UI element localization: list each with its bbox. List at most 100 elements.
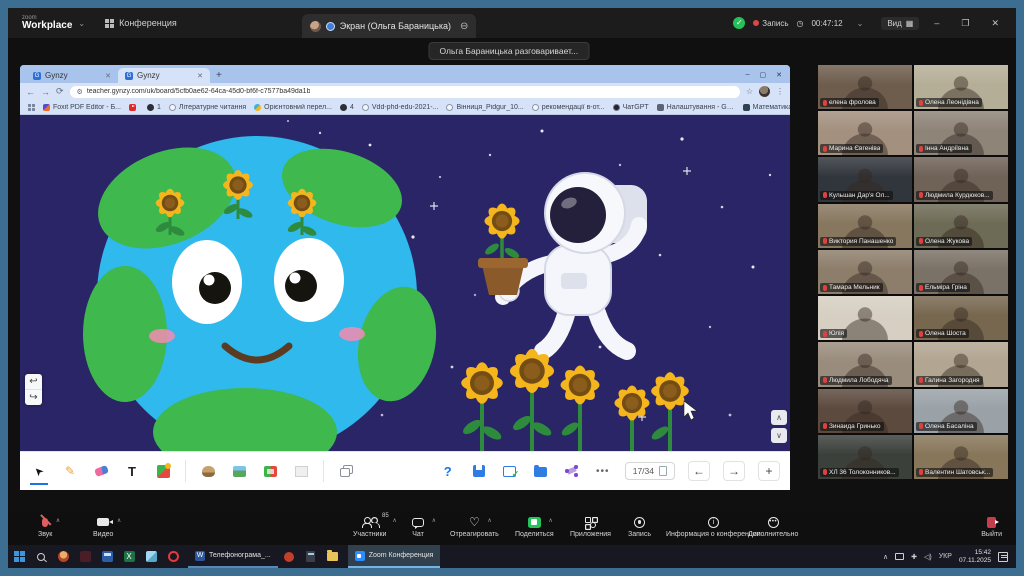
- participant-tile[interactable]: Олена Леонідівна: [914, 65, 1008, 109]
- taskbar-app[interactable]: [140, 545, 162, 568]
- open-button[interactable]: [532, 460, 550, 482]
- taskbar-app[interactable]: [74, 545, 96, 568]
- tab-meeting[interactable]: Конференция: [95, 8, 187, 38]
- page-indicator[interactable]: 17/34: [625, 462, 675, 480]
- participant-tile[interactable]: Зинаида Гринько: [818, 389, 912, 433]
- participant-tile[interactable]: ХЛ 36 Толоконников...: [818, 435, 912, 479]
- collapse-icon[interactable]: ⊖: [460, 21, 468, 32]
- bookmark-item[interactable]: 1: [147, 104, 161, 111]
- bookmark-item[interactable]: Вінниця_Pidgur_10...: [446, 104, 523, 111]
- participant-tile[interactable]: Тамара Мельник: [818, 250, 912, 294]
- images-tool[interactable]: [230, 460, 248, 482]
- display-tray-icon[interactable]: [895, 553, 904, 560]
- browser-minimize-button[interactable]: –: [746, 71, 750, 79]
- accessibility-tray-icon[interactable]: ✚: [911, 553, 917, 561]
- bookmark-item[interactable]: Орієнтовний перел...: [254, 104, 332, 111]
- taskbar-app-folder[interactable]: [322, 545, 344, 568]
- video-button[interactable]: ∧ Видео: [93, 515, 113, 538]
- browser-maximize-button[interactable]: ▢: [760, 71, 767, 79]
- taskbar-app[interactable]: [52, 545, 74, 568]
- participant-tile[interactable]: елена фролова: [818, 65, 912, 109]
- taskbar-window-doc[interactable]: W Телефонограма_...: [188, 545, 278, 568]
- text-tool[interactable]: T: [123, 460, 141, 482]
- tray-expand-icon[interactable]: ∧: [883, 553, 888, 561]
- participant-tile[interactable]: Олена Басаліна: [914, 389, 1008, 433]
- address-bar[interactable]: ⚙ teacher.gynzy.com/uk/board/5cfb0ae62-6…: [70, 86, 740, 98]
- stickers-tool[interactable]: [199, 460, 217, 482]
- export-button[interactable]: [501, 460, 519, 482]
- close-button[interactable]: ✕: [984, 18, 1006, 29]
- chat-button[interactable]: ∧ Чат: [412, 515, 424, 538]
- participant-tile[interactable]: Інна Андріївна: [914, 111, 1008, 155]
- scroll-down-button[interactable]: ∨: [771, 428, 787, 443]
- browser-menu-icon[interactable]: ⋮: [776, 87, 784, 96]
- meeting-info-button[interactable]: i Информация о конференции: [666, 515, 761, 538]
- bookmark-item[interactable]: 4: [340, 104, 354, 111]
- bookmark-item[interactable]: рекомендації в-от...: [532, 104, 605, 111]
- taskbar-app-calculator[interactable]: [300, 545, 322, 568]
- slides-tool[interactable]: [261, 460, 279, 482]
- browser-tab-2-active[interactable]: G Gynzy ✕: [118, 68, 210, 83]
- taskbar-app[interactable]: [96, 545, 118, 568]
- bookmark-star-icon[interactable]: ☆: [746, 87, 753, 96]
- eraser-tool[interactable]: [92, 460, 110, 482]
- participant-tile[interactable]: Виктория Панашенко: [818, 204, 912, 248]
- clock[interactable]: 15:42 07.11.2025: [959, 549, 991, 564]
- browser-close-button[interactable]: ✕: [776, 71, 782, 79]
- participant-tile[interactable]: Марина Євгеніва: [818, 111, 912, 155]
- participant-tile[interactable]: Олена Жукова: [914, 204, 1008, 248]
- bookmark-item[interactable]: Літературне читання: [169, 104, 246, 111]
- participant-tile[interactable]: Валентин Шатовськ...: [914, 435, 1008, 479]
- participant-tile[interactable]: Людмила Курдюков...: [914, 157, 1008, 201]
- maximize-button[interactable]: ❐: [954, 18, 976, 29]
- save-button[interactable]: [470, 460, 488, 482]
- language-indicator[interactable]: УКР: [939, 553, 952, 560]
- redo-button[interactable]: ↪: [25, 390, 42, 405]
- volume-tray-icon[interactable]: ◁): [924, 553, 932, 561]
- close-tab-icon[interactable]: ✕: [105, 72, 111, 80]
- participant-tile[interactable]: Галина Загородня: [914, 342, 1008, 386]
- taskbar-app-excel[interactable]: X: [118, 545, 140, 568]
- timer-chevron-icon[interactable]: ⌄: [857, 19, 864, 28]
- scroll-up-button[interactable]: ∧: [771, 410, 787, 425]
- back-button[interactable]: ←: [26, 87, 35, 97]
- site-settings-icon[interactable]: ⚙: [77, 88, 83, 96]
- react-button[interactable]: ♡∧ Отреагировать: [450, 515, 499, 538]
- participant-tile[interactable]: Кульшан Дар'я Ол...: [818, 157, 912, 201]
- chevron-down-icon[interactable]: ⌄: [78, 19, 85, 28]
- shapes-tool[interactable]: [154, 460, 172, 482]
- pen-tool[interactable]: ✎: [61, 460, 79, 482]
- audio-button[interactable]: ∧ Звук: [38, 515, 52, 538]
- select-tool[interactable]: ➤: [30, 460, 48, 482]
- tab-shared-screen[interactable]: Экран (Ольга Бараницька) ⊖: [302, 14, 477, 38]
- taskbar-app-opera[interactable]: [162, 545, 184, 568]
- bookmark-item[interactable]: Налаштування - Go...: [657, 104, 735, 111]
- participant-tile[interactable]: Людмила Лободяча: [818, 342, 912, 386]
- view-button[interactable]: Вид▦: [881, 17, 919, 30]
- bookmark-item[interactable]: Математика 4 кла...: [743, 104, 790, 111]
- close-tab-icon[interactable]: ✕: [197, 72, 203, 80]
- help-button[interactable]: ?: [439, 460, 457, 482]
- apps-button[interactable]: Приложения: [570, 515, 611, 538]
- prev-page-button[interactable]: ←: [688, 461, 710, 481]
- minimize-button[interactable]: –: [927, 18, 946, 28]
- bookmark-item[interactable]: Vdd-phd-edu-2021-...: [362, 104, 439, 111]
- more-button[interactable]: •••: [594, 460, 612, 482]
- more-options-button[interactable]: ••• Дополнительно: [748, 515, 798, 538]
- participants-button[interactable]: 85∧ Участники: [353, 515, 386, 538]
- share-screen-button[interactable]: ∧ Поделиться: [515, 515, 554, 538]
- record-button[interactable]: Запись: [628, 515, 651, 538]
- new-tab-button[interactable]: +: [216, 70, 222, 81]
- leave-button[interactable]: Выйти: [981, 515, 1002, 538]
- participant-tile[interactable]: Ельміра Гріна: [914, 250, 1008, 294]
- forward-button[interactable]: →: [41, 87, 50, 97]
- profile-avatar[interactable]: [759, 86, 770, 97]
- bookmark-item[interactable]: ЧатGPT: [613, 104, 649, 111]
- next-page-button[interactable]: →: [723, 461, 745, 481]
- notifications-icon[interactable]: [998, 552, 1008, 562]
- participant-tile[interactable]: Олена Шоста: [914, 296, 1008, 340]
- reload-button[interactable]: ⟳: [56, 86, 64, 97]
- panel-tool[interactable]: [292, 460, 310, 482]
- apps-grid-icon[interactable]: [28, 104, 35, 111]
- taskbar-window-zoom[interactable]: Zoom Конференция: [348, 545, 441, 568]
